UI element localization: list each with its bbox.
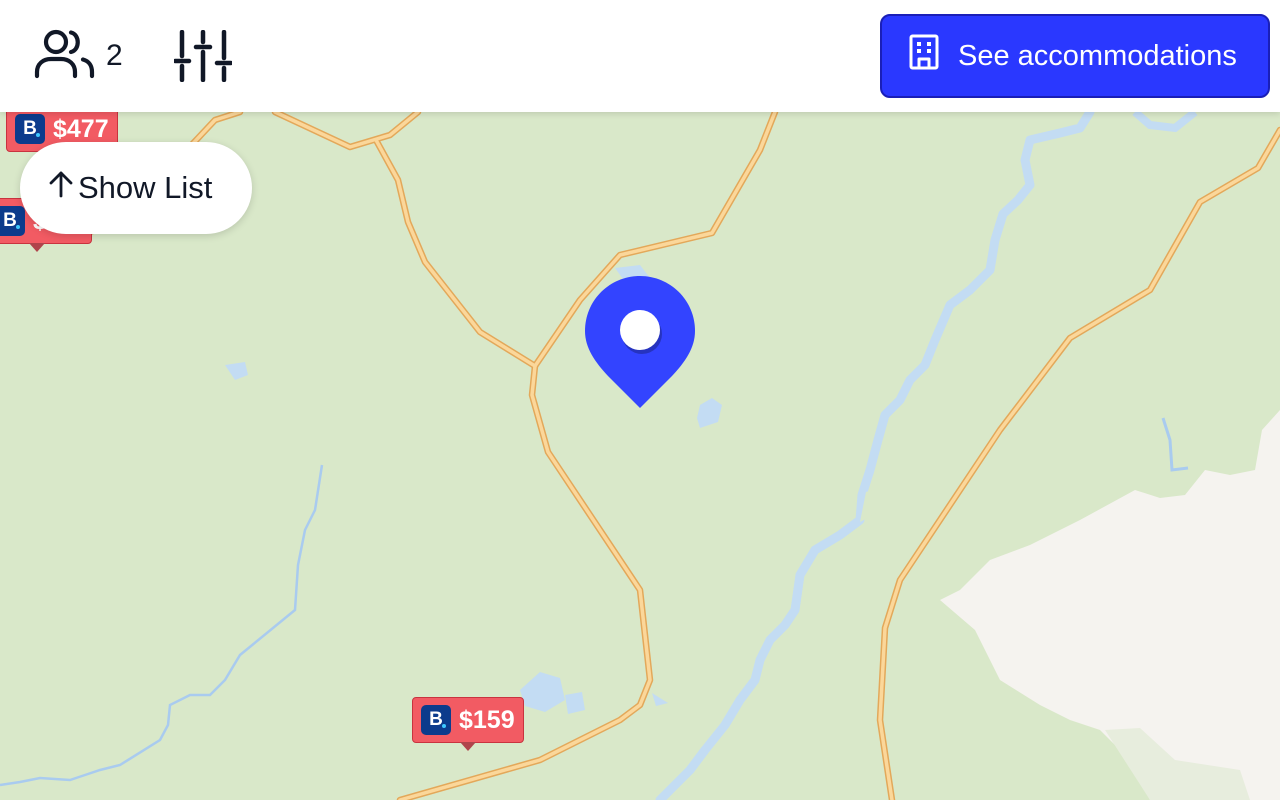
price-label: $477 <box>53 114 109 143</box>
filters-button[interactable] <box>172 29 234 87</box>
sliders-icon <box>172 29 234 86</box>
price-label: $159 <box>459 705 515 734</box>
map-pin-icon[interactable] <box>584 276 696 415</box>
arrow-up-icon <box>48 170 74 206</box>
marker-pointer <box>29 243 45 252</box>
users-icon <box>34 28 96 85</box>
see-accommodations-button[interactable]: See accommodations <box>880 14 1270 98</box>
map-lake <box>565 692 585 714</box>
price-marker[interactable]: B $159 <box>412 697 524 751</box>
booking-b-icon: B <box>15 114 45 144</box>
pin-dot <box>620 310 660 350</box>
marker-pointer <box>459 742 476 751</box>
guests-selector[interactable]: 2 <box>34 28 123 85</box>
booking-b-icon: B <box>421 705 451 735</box>
booking-b-icon: B <box>0 206 25 236</box>
top-bar: 2 See accommodations <box>0 0 1280 112</box>
building-icon <box>908 34 940 78</box>
show-list-label: Show List <box>78 170 213 205</box>
see-accommodations-label: See accommodations <box>958 39 1237 72</box>
show-list-button[interactable]: Show List <box>20 142 252 234</box>
guest-count: 2 <box>106 39 123 72</box>
